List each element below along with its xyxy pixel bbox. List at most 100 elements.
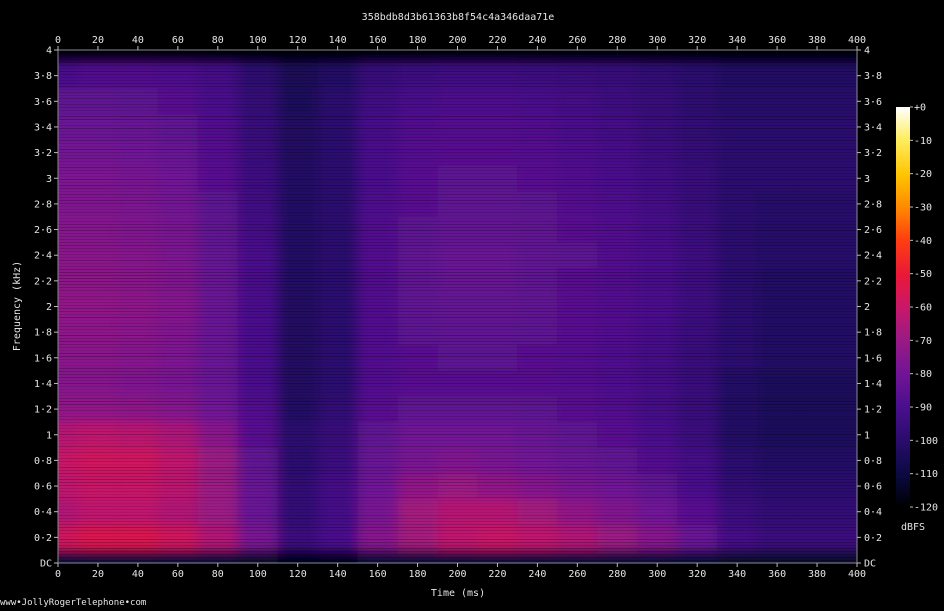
heatmap-cell	[277, 114, 318, 140]
harmonic-stripe	[58, 440, 857, 441]
x-tick-label-top: 200	[448, 35, 466, 46]
harmonic-stripe	[58, 362, 857, 363]
heatmap-cell	[637, 268, 678, 294]
y-tick-label-left: 3·8	[34, 71, 52, 82]
heatmap-cell	[637, 498, 678, 525]
heatmap-cell	[117, 62, 158, 89]
heatmap-cell	[517, 498, 558, 525]
heatmap-cell	[557, 114, 598, 140]
y-tick-label-left: 2·4	[34, 251, 52, 262]
harmonic-stripe	[58, 488, 857, 489]
harmonic-stripe	[58, 137, 857, 138]
heatmap-cell	[757, 447, 798, 474]
heatmap-cell	[637, 62, 678, 89]
heatmap-cell	[437, 524, 478, 551]
heatmap-cell	[477, 396, 518, 422]
harmonic-stripe	[58, 518, 857, 519]
heatmap-cells	[58, 50, 857, 563]
heatmap-cell	[77, 473, 118, 499]
harmonic-stripe	[58, 188, 857, 189]
harmonic-stripe	[58, 374, 857, 375]
heatmap-cell	[397, 62, 438, 89]
harmonic-stripe	[58, 335, 857, 336]
heatmap-cell	[397, 524, 438, 551]
heatmap-cell	[77, 268, 118, 294]
x-tick-label-top: 260	[568, 35, 586, 46]
y-tick-label-right: 1·2	[864, 405, 882, 416]
y-tick-label-left: 1	[46, 430, 52, 441]
heatmap-cell	[357, 242, 398, 269]
heatmap-cell	[677, 114, 718, 140]
heatmap-cell	[357, 293, 398, 320]
harmonic-stripe	[58, 68, 857, 69]
heatmap-cell	[797, 524, 838, 551]
heatmap-cell	[277, 447, 318, 474]
heatmap-cell	[397, 268, 438, 294]
heatmap-cell	[597, 447, 638, 474]
heatmap-cell	[197, 242, 238, 269]
heatmap-cell	[437, 498, 478, 525]
harmonic-stripe	[58, 158, 857, 159]
heatmap-cell	[237, 498, 278, 525]
heatmap-cell	[197, 268, 238, 294]
y-tick-label-right: 2·4	[864, 251, 882, 262]
heatmap-cell	[77, 344, 118, 371]
harmonic-stripe	[58, 95, 857, 96]
harmonic-stripe	[58, 113, 857, 114]
heatmap-cell	[277, 165, 318, 192]
x-tick-label-top: 0	[55, 35, 61, 46]
harmonic-stripe	[58, 122, 857, 123]
x-tick-label-top: 100	[249, 35, 267, 46]
colorbar-tick-label: +0	[914, 103, 926, 114]
harmonic-stripe	[58, 347, 857, 348]
heatmap-cell	[237, 396, 278, 422]
harmonic-stripe	[58, 485, 857, 486]
harmonic-stripe	[58, 320, 857, 321]
harmonic-stripe	[58, 470, 857, 471]
colorbar-tick-label: -70	[914, 336, 932, 347]
heatmap-cell	[797, 473, 838, 499]
heatmap-cell	[197, 498, 238, 525]
heatmap-cell	[357, 62, 398, 89]
heatmap-cell	[637, 165, 678, 192]
harmonic-stripe	[58, 380, 857, 381]
heatmap-cell	[357, 447, 398, 474]
heatmap-cell	[677, 62, 718, 89]
x-axis-bottom: 0 20 40 60 80 100 120 140 160 180 200 220 240 260 280 3…	[55, 563, 866, 580]
harmonic-stripe	[58, 299, 857, 300]
heatmap-cell	[477, 62, 518, 89]
heatmap-cell	[597, 524, 638, 551]
harmonic-stripe	[58, 128, 857, 129]
heatmap-cell	[757, 62, 798, 89]
x-tick-label-bottom: 180	[409, 569, 427, 580]
heatmap-cell	[797, 498, 838, 525]
harmonic-stripe	[58, 194, 857, 195]
heatmap-cell	[117, 498, 158, 525]
heatmap-cell	[77, 165, 118, 192]
x-tick-label-top: 20	[92, 35, 104, 46]
harmonic-stripe	[58, 161, 857, 162]
heatmap-cell	[317, 268, 358, 294]
heatmap-cell	[157, 62, 198, 89]
harmonic-stripe	[58, 491, 857, 492]
heatmap-cell	[677, 498, 718, 525]
heatmap-cell	[437, 473, 478, 499]
harmonic-stripe	[58, 428, 857, 429]
y-tick-label-left: DC	[40, 559, 52, 570]
y-tick-label-left: 1·4	[34, 379, 52, 390]
harmonic-stripe	[58, 341, 857, 342]
harmonic-stripe	[58, 338, 857, 339]
y-tick-label-right: 3·4	[864, 122, 882, 133]
x-tick-label-bottom: 400	[848, 569, 866, 580]
colorbar-tick-label: -100	[914, 436, 938, 447]
heatmap-cell	[477, 242, 518, 269]
y-tick-label-left: 2·6	[34, 225, 52, 236]
y-tick-label-left: 4	[46, 46, 52, 57]
heatmap-cell	[237, 62, 278, 89]
y-tick-label-left: 3	[46, 174, 52, 185]
heatmap-cell	[717, 293, 758, 320]
heatmap-cell	[797, 268, 838, 294]
harmonic-stripe	[58, 146, 857, 147]
harmonic-stripe	[58, 260, 857, 261]
heatmap-cell	[797, 396, 838, 422]
